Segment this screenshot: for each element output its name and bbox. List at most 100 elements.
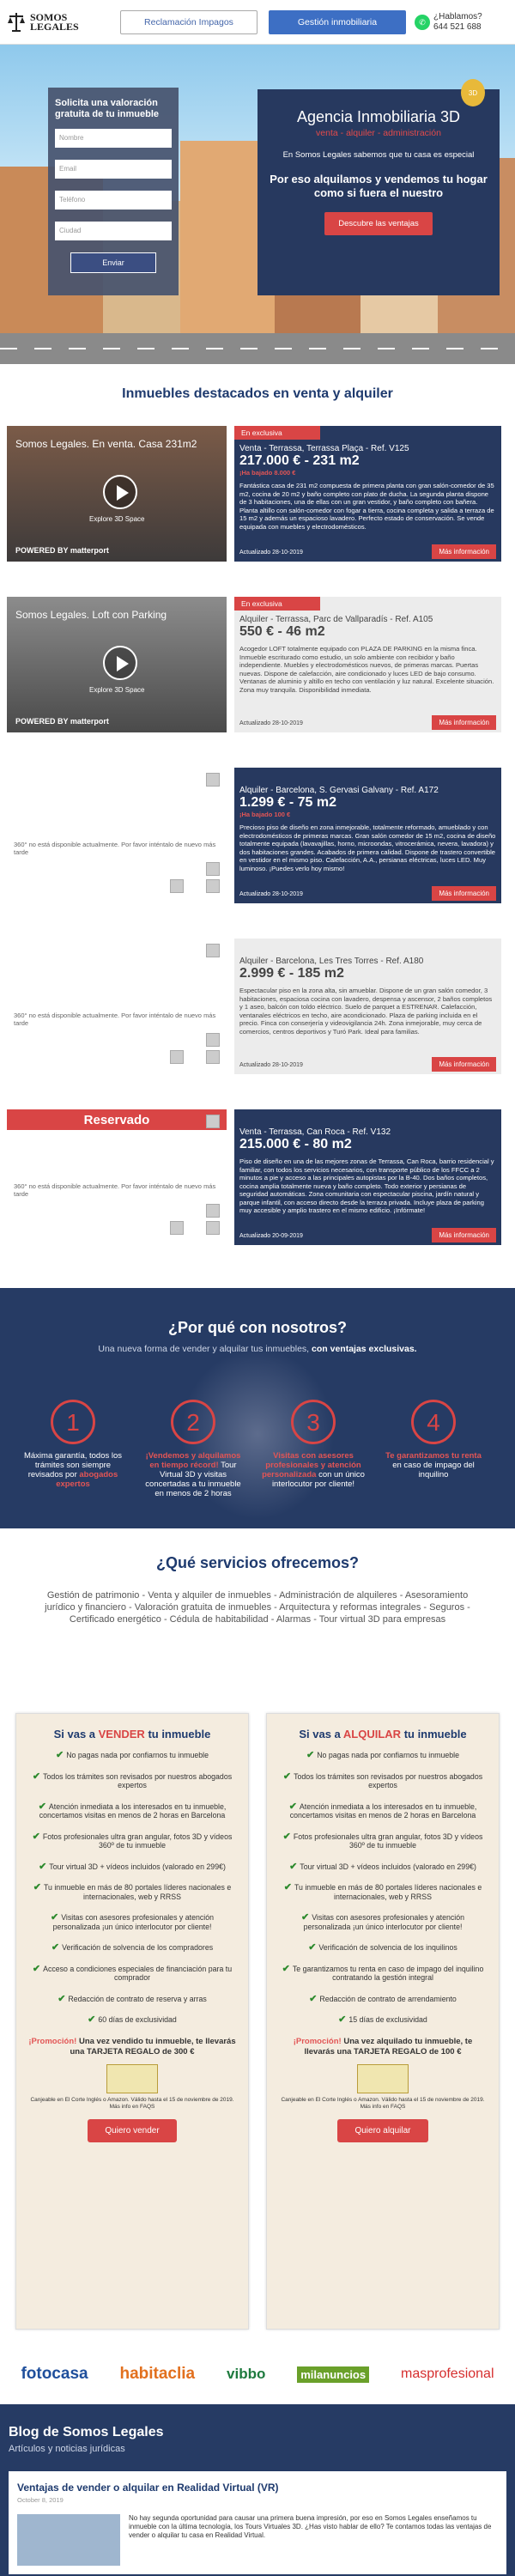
services-section: ¿Qué servicios ofrecemos? Gestión de pat… xyxy=(0,1554,515,1625)
habitaclia-logo[interactable]: habitaclia xyxy=(119,2365,195,2384)
benefit-item: ✔ Tour virtual 3D + vídeos incluidos (val… xyxy=(39,1861,226,1872)
benefit-item: ✔ Tour virtual 3D + vídeos incluidos (val… xyxy=(289,1861,476,1872)
benefit-item: ✔ Te garantizamos tu renta en caso de imp… xyxy=(282,1963,484,1982)
map-viewer[interactable]: 360° no está disponible actualmente. Por… xyxy=(7,768,227,903)
promo-text: ¡Promoción! Una vez alquilado tu inmuebl… xyxy=(293,2036,473,2057)
phone: 644 521 688 xyxy=(433,21,482,32)
virtual-tour[interactable]: Somos Legales. En venta. Casa 231m2 Expl… xyxy=(7,426,227,562)
promo-text: ¡Promoción! Una vez vendido tu inmueble,… xyxy=(28,2036,236,2057)
benefit-item: ✔ Redacción de contrato de arrendamiento xyxy=(309,1993,457,2004)
agency-text: En Somos Legales sabemos que tu casa es … xyxy=(282,150,475,160)
zoom-in-icon[interactable] xyxy=(206,1204,220,1218)
property-title[interactable]: Venta - Terrassa, Terrassa Plaça - Ref. … xyxy=(239,444,496,453)
zoom-in-icon[interactable] xyxy=(206,862,220,876)
benefit-item: ✔ Verificación de solvencia de los inquil… xyxy=(308,1942,457,1953)
more-info-button[interactable]: Más información xyxy=(432,715,496,730)
virtual-tour[interactable]: Somos Legales. Loft con Parking Explore … xyxy=(7,597,227,732)
property-price: 1.299 € - 75 m2 xyxy=(239,795,336,810)
benefit-item: ✔ Todos los trámites son revisados por nu… xyxy=(32,1771,233,1789)
check-icon: ✔ xyxy=(306,1750,315,1760)
more-info-button[interactable]: Más información xyxy=(432,1057,496,1072)
property-title[interactable]: Alquiler - Terrassa, Parc de Vallparadís… xyxy=(239,615,496,624)
vibbo-logo[interactable]: vibbo xyxy=(227,2366,265,2383)
updated-date: Actualizado 28-10-2019 xyxy=(239,550,303,556)
claim-button[interactable]: Reclamación Impagos xyxy=(120,9,258,34)
zoom-in-icon[interactable] xyxy=(206,1033,220,1047)
post-title[interactable]: Ventajas de vender o alquilar en Realida… xyxy=(17,2482,498,2494)
nav-control-icon[interactable] xyxy=(170,1050,184,1064)
check-icon: ✔ xyxy=(309,1993,318,2004)
benefit-item: ✔ Visitas con asesores profesionales y at… xyxy=(300,1912,465,1931)
property-card: Somos Legales. Loft con Parking Explore … xyxy=(7,597,501,732)
whatsapp-icon: ✆ xyxy=(415,14,430,30)
property-title[interactable]: Venta - Terrassa, Can Roca - Ref. V132 xyxy=(239,1127,496,1137)
rent-button[interactable]: Quiero alquilar xyxy=(337,2118,428,2142)
property-info: En exclusiva Alquiler - Terrassa, Parc d… xyxy=(234,597,501,732)
check-icon: ✔ xyxy=(288,1801,297,1812)
check-icon: ✔ xyxy=(282,1963,290,1974)
benefit-item: ✔ Atención inmediata a los interesados en… xyxy=(288,1801,477,1820)
explore-label: Explore 3D Space xyxy=(89,515,145,523)
advantages-button[interactable]: Descubre las ventajas xyxy=(324,212,433,235)
property-description: Fantástica casa de 231 m2 compuesta de p… xyxy=(239,482,494,531)
contact-block[interactable]: ✆ ¿Hablamos? 644 521 688 xyxy=(415,12,482,33)
property-info: Venta - Terrassa, Can Roca - Ref. V132 2… xyxy=(234,1109,501,1245)
benefit-item: ✔ Tu inmueble en más de 80 portales líder… xyxy=(33,1882,232,1901)
reserved-banner: Reservado xyxy=(7,1109,227,1130)
services-title: ¿Qué servicios ofrecemos? xyxy=(155,1554,360,1571)
nav-control-icon[interactable] xyxy=(170,1221,184,1235)
property-info: Alquiler - Barcelona, S. Gervasi Galvany… xyxy=(234,768,501,903)
map-viewer[interactable]: 360° no está disponible actualmente. Por… xyxy=(7,939,227,1074)
masprofesional-logo[interactable]: masprofesional xyxy=(401,2366,494,2382)
benefit-item: ✔ Redacción de contrato de reserva y arra… xyxy=(58,1993,207,2004)
check-icon: ✔ xyxy=(50,1912,59,1923)
check-icon: ✔ xyxy=(282,1771,292,1782)
sell-button[interactable]: Quiero vender xyxy=(88,2118,177,2142)
fotocasa-logo[interactable]: fotocasa xyxy=(21,2365,88,2384)
map-viewer[interactable]: Reservado 360° no está disponible actual… xyxy=(7,1109,227,1245)
post-thumbnail[interactable] xyxy=(17,2514,120,2566)
more-info-button[interactable]: Más información xyxy=(432,886,496,901)
fullscreen-icon[interactable] xyxy=(206,944,220,957)
check-icon: ✔ xyxy=(283,1882,292,1893)
why-item: 1 Máxima garantía, todos los trámites son… xyxy=(21,1400,124,1489)
zoom-out-icon[interactable] xyxy=(206,879,220,893)
nav-control-icon[interactable] xyxy=(170,879,184,893)
property-title[interactable]: Alquiler - Barcelona, S. Gervasi Galvany… xyxy=(239,786,496,795)
play-icon[interactable] xyxy=(103,475,137,509)
why-item: 4 Te garantizamos tu renta en caso de imp… xyxy=(382,1400,485,1479)
check-icon: ✔ xyxy=(32,1963,41,1974)
phone-field[interactable]: Teléfono xyxy=(55,191,172,210)
manage-button[interactable]: Gestión inmobiliaria xyxy=(269,9,406,34)
city-field[interactable]: Ciudad xyxy=(55,222,172,240)
email-field[interactable]: Email xyxy=(55,160,172,179)
check-icon: ✔ xyxy=(38,1801,46,1812)
updated-date: Actualizado 20-09-2019 xyxy=(239,1233,303,1239)
fullscreen-icon[interactable] xyxy=(206,1115,220,1128)
fullscreen-icon[interactable] xyxy=(206,773,220,787)
benefit-item: ✔ Tu inmueble en más de 80 portales líder… xyxy=(283,1882,482,1901)
zoom-out-icon[interactable] xyxy=(206,1050,220,1064)
name-field[interactable]: Nombre xyxy=(55,129,172,148)
more-info-button[interactable]: Más información xyxy=(432,544,496,559)
blog-section: Blog de Somos Legales Artículos y notici… xyxy=(0,2404,515,2576)
check-icon: ✔ xyxy=(282,1831,291,1842)
milanuncios-logo[interactable]: milanuncios xyxy=(297,2366,370,2383)
submit-button[interactable]: Enviar xyxy=(70,252,156,273)
more-info-button[interactable]: Más información xyxy=(432,1228,496,1242)
play-icon[interactable] xyxy=(103,646,137,680)
portal-logos: fotocasa habitaclia vibbo milanuncios ma… xyxy=(0,2357,515,2391)
property-price: 2.999 € - 185 m2 xyxy=(239,966,344,981)
benefit-item: ✔ 60 días de exclusividad xyxy=(88,2014,177,2025)
zoom-out-icon[interactable] xyxy=(206,1221,220,1235)
valuation-form: Solicita una valoración gratuita de tu i… xyxy=(48,88,179,295)
exclusive-tag: En exclusiva xyxy=(234,597,320,611)
agency-claim: Por eso alquilamos y vendemos tu hogar c… xyxy=(270,173,488,199)
benefit-item: ✔ 15 días de exclusividad xyxy=(338,2014,427,2025)
blog-post[interactable]: Ventajas de vender o alquilar en Realida… xyxy=(9,2471,506,2574)
logo[interactable]: SOMOS LEGALES xyxy=(7,11,103,33)
property-title[interactable]: Alquiler - Barcelona, Les Tres Torres - … xyxy=(239,957,496,966)
check-icon: ✔ xyxy=(289,1861,298,1872)
agency-box: Agencia Inmobiliaria 3D venta - alquiler… xyxy=(258,89,500,295)
post-date: October 8, 2019 xyxy=(17,2496,64,2504)
